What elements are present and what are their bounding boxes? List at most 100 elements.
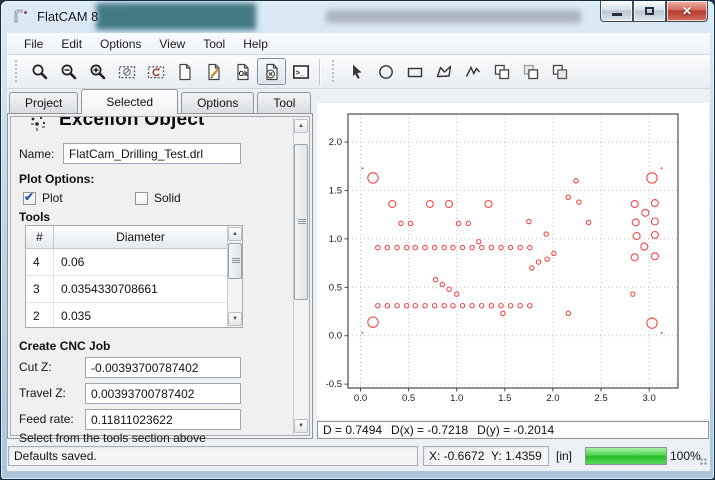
new-project-button[interactable] bbox=[170, 58, 199, 85]
table-row[interactable]: 4 0.06 bbox=[26, 249, 242, 276]
menu-edit[interactable]: Edit bbox=[52, 34, 91, 54]
tab-project[interactable]: Project bbox=[9, 92, 78, 113]
draw-path-icon bbox=[464, 63, 482, 81]
menu-file[interactable]: File bbox=[15, 34, 52, 54]
table-scrollbar-thumb[interactable] bbox=[228, 243, 242, 279]
panel-scrollbar[interactable]: ▲ ▼ bbox=[293, 118, 308, 434]
travel-z-label: Travel Z: bbox=[19, 386, 66, 400]
draw-path-button[interactable] bbox=[458, 58, 487, 85]
delete-object-button[interactable] bbox=[257, 58, 286, 85]
readout-dx: D(x) = -0.7218 bbox=[391, 423, 468, 437]
resize-grip-icon[interactable] bbox=[700, 458, 708, 466]
tab-options[interactable]: Options bbox=[181, 92, 254, 113]
scroll-down-icon[interactable]: ▼ bbox=[294, 419, 308, 433]
shell-button[interactable]: >_ bbox=[286, 58, 315, 85]
feed-rate-label: Feed rate: bbox=[19, 412, 74, 426]
select-tool-icon bbox=[348, 63, 366, 81]
draw-polygon-button[interactable] bbox=[429, 58, 458, 85]
duplicate-object-button[interactable] bbox=[545, 58, 574, 85]
col-header-number[interactable]: # bbox=[26, 226, 54, 248]
open-project-button[interactable] bbox=[199, 58, 228, 85]
tool-diameter-cell: 0.0354330708661 bbox=[54, 276, 227, 302]
zoom-out-button[interactable] bbox=[54, 58, 83, 85]
menu-tool[interactable]: Tool bbox=[194, 34, 234, 54]
excellon-drill-icon bbox=[29, 115, 49, 133]
checkbox-plot[interactable]: ✔ Plot bbox=[23, 191, 63, 205]
checkbox-solid[interactable]: Solid bbox=[135, 191, 181, 205]
scroll-up-icon[interactable]: ▲ bbox=[294, 119, 308, 133]
replot-icon bbox=[147, 63, 165, 81]
tools-label: Tools bbox=[19, 210, 50, 224]
table-row[interactable]: 3 0.0354330708661 bbox=[26, 276, 242, 303]
svg-text:2.0: 2.0 bbox=[329, 137, 342, 148]
coord-x: X: -0.6672 bbox=[429, 449, 484, 463]
toolbar: Ok >_ bbox=[7, 55, 710, 89]
tab-tool[interactable]: Tool bbox=[257, 92, 311, 113]
app-window: FlatCAM 8 ✕ FileEditOptionsViewToolHelp … bbox=[0, 0, 715, 480]
svg-text:3.0: 3.0 bbox=[643, 393, 656, 404]
readout-d: D = 0.7494 bbox=[323, 423, 382, 437]
move-object-button[interactable] bbox=[516, 58, 545, 85]
plot-options-label: Plot Options: bbox=[19, 172, 94, 186]
tool-diameter-cell: 0.06 bbox=[54, 249, 227, 275]
tools-note: Select from the tools section above bbox=[19, 431, 206, 445]
maximize-button[interactable] bbox=[633, 1, 666, 22]
col-header-diameter[interactable]: Diameter bbox=[54, 226, 242, 248]
svg-text:2.0: 2.0 bbox=[546, 393, 559, 404]
cut-z-input[interactable] bbox=[85, 357, 241, 378]
zoom-out-icon bbox=[60, 63, 78, 81]
name-label: Name: bbox=[19, 147, 54, 161]
status-message: Defaults saved. bbox=[8, 446, 418, 466]
draw-circle-button[interactable] bbox=[371, 58, 400, 85]
close-button[interactable]: ✕ bbox=[666, 1, 708, 22]
panel-scrollarea: Excellon Object Name: Plot Options: ✔ Pl… bbox=[10, 116, 310, 436]
toolbar-grip bbox=[332, 60, 336, 84]
checkbox-label: Solid bbox=[154, 191, 181, 205]
zoom-fit-button[interactable] bbox=[25, 58, 54, 85]
table-header-row: # Diameter bbox=[26, 226, 242, 249]
table-row[interactable]: 2 0.035 bbox=[26, 303, 242, 328]
tools-table[interactable]: # Diameter 4 0.063 0.03543307086612 0.03… bbox=[25, 225, 243, 328]
plot-canvas[interactable]: 0.00.51.01.52.02.53.0-0.50.00.51.01.52.0 bbox=[317, 103, 709, 419]
svg-text:2.5: 2.5 bbox=[594, 393, 607, 404]
draw-rectangle-button[interactable] bbox=[400, 58, 429, 85]
copy-object-button[interactable] bbox=[487, 58, 516, 85]
menu-options[interactable]: Options bbox=[91, 34, 150, 54]
save-project-button[interactable]: Ok bbox=[228, 58, 257, 85]
move-object-icon bbox=[522, 63, 540, 81]
close-icon: ✕ bbox=[682, 4, 692, 18]
draw-polygon-icon bbox=[435, 63, 453, 81]
name-input[interactable] bbox=[63, 143, 241, 164]
solid-checkbox-box[interactable] bbox=[135, 192, 148, 205]
tab-selected[interactable]: Selected bbox=[81, 89, 178, 114]
replot-button[interactable] bbox=[141, 58, 170, 85]
minimize-icon bbox=[612, 13, 622, 16]
svg-text:1.5: 1.5 bbox=[329, 185, 342, 196]
save-project-icon: Ok bbox=[234, 63, 252, 81]
progress-percent: 100% bbox=[670, 449, 701, 463]
menu-help[interactable]: Help bbox=[234, 34, 277, 54]
zoom-in-button[interactable] bbox=[83, 58, 112, 85]
titlebar[interactable]: FlatCAM 8 ✕ bbox=[1, 1, 714, 33]
tool-number-cell: 2 bbox=[26, 303, 54, 328]
feed-rate-input[interactable] bbox=[85, 409, 241, 430]
minimize-button[interactable] bbox=[600, 1, 633, 22]
plot-checkbox-box[interactable]: ✔ bbox=[23, 192, 36, 205]
readout-dy: D(y) = -0.2014 bbox=[477, 423, 554, 437]
toolbar-separator bbox=[319, 59, 320, 85]
select-tool-button[interactable] bbox=[342, 58, 371, 85]
menu-view[interactable]: View bbox=[150, 34, 194, 54]
panel-scrollbar-thumb[interactable] bbox=[294, 144, 308, 300]
draw-circle-icon bbox=[377, 63, 395, 81]
toolbar-grip bbox=[15, 60, 19, 84]
tabstrip: ProjectSelectedOptionsTool bbox=[9, 89, 314, 113]
svg-text:>_: >_ bbox=[295, 68, 304, 77]
cursor-coordinates: X: -0.6672 Y: 1.4359 bbox=[423, 446, 549, 466]
clear-plot-button[interactable] bbox=[112, 58, 141, 85]
travel-z-input[interactable] bbox=[85, 383, 241, 404]
tool-diameter-cell: 0.035 bbox=[54, 303, 227, 328]
scroll-up-icon[interactable]: ▲ bbox=[228, 227, 242, 241]
svg-text:1.5: 1.5 bbox=[498, 393, 511, 404]
table-scrollbar[interactable]: ▲ ▼ bbox=[227, 226, 242, 327]
scroll-down-icon[interactable]: ▼ bbox=[228, 312, 242, 326]
